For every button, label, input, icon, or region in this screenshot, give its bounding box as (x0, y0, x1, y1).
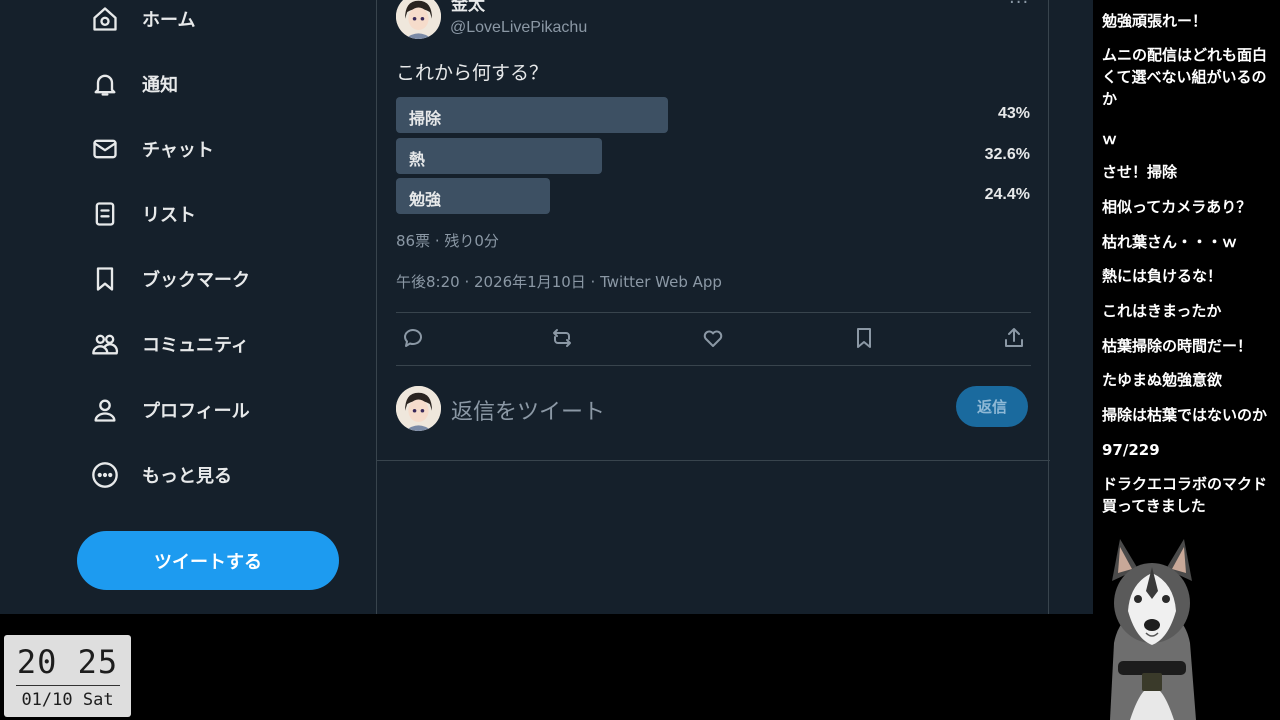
sidebar-item-lists[interactable]: リスト (88, 194, 196, 234)
clock-date: 01/10 Sat (21, 690, 114, 710)
sidebar-item-label: リスト (142, 205, 196, 226)
reply-button[interactable]: 返信 (956, 386, 1028, 427)
poll-meta: 86票 · 残り0分 (396, 232, 499, 250)
sidebar-item-profile[interactable]: プロフィール (88, 390, 250, 430)
chat-message: 枯葉掃除の時間だー！ (1102, 337, 1253, 355)
sidebar-item-label: もっと見る (142, 466, 232, 487)
chat-message: ムニの配信はどれも面白くて選べない組がいるのか (1102, 46, 1268, 108)
husky-avatar (1100, 533, 1204, 720)
divider (377, 460, 1050, 461)
tweet-timestamp[interactable]: 午後8:20 · 2026年1月10日 · Twitter Web App (396, 271, 722, 292)
chat-message: 相似ってカメラあり？ (1102, 198, 1252, 216)
tweet-text: これから何する？ (396, 62, 549, 84)
chat-message: 97/229 (1102, 441, 1160, 459)
bookmark-icon (88, 262, 122, 296)
twitter-window: ホーム 通知 チャット リスト ブックマーク コミュニティ プロフィール もっと… (0, 0, 1093, 614)
sidebar-item-label: プロフィール (142, 401, 250, 422)
sidebar-item-label: コミュニティ (142, 335, 249, 356)
mail-icon (88, 132, 122, 166)
profile-icon (88, 393, 122, 427)
sidebar-item-label: 通知 (142, 75, 178, 96)
chat-message: ドラクエコラボのマクド買ってきました (1102, 475, 1268, 515)
poll-option-percent: 43% (997, 105, 1030, 122)
user-avatar[interactable] (396, 386, 441, 431)
sidebar-item-label: チャット (142, 140, 214, 161)
sidebar-item-bookmarks[interactable]: ブックマーク (88, 259, 250, 299)
chat-message: 勉強頑張れー！ (1102, 12, 1208, 30)
chat-message: 枯れ葉さん・・・ｗ (1102, 233, 1238, 251)
reply-icon[interactable] (401, 326, 429, 354)
chat-message: させ！掃除 (1102, 163, 1178, 181)
clock-divider (16, 685, 120, 686)
poll-option: 掃除 43% (396, 97, 1030, 133)
sidebar-item-communities[interactable]: コミュニティ (88, 324, 249, 364)
chat-message: たゆまぬ勉強意欲 (1102, 371, 1223, 389)
more-options-icon[interactable]: ··· (1009, 0, 1029, 13)
poll-option-percent: 32.6% (984, 146, 1030, 163)
poll-option-label: 熱 (409, 150, 426, 169)
poll-option-percent: 24.4% (984, 186, 1030, 203)
sidebar-item-label: ホーム (142, 10, 196, 31)
like-icon[interactable] (701, 326, 729, 354)
author-name[interactable]: 金太 (451, 0, 485, 15)
chat-message: これはきまったか (1102, 302, 1222, 320)
home-icon (88, 2, 122, 36)
list-icon (88, 197, 122, 231)
poll-option: 勉強 24.4% (396, 178, 1030, 214)
chat-message: ｗ (1102, 130, 1118, 148)
sidebar-item-messages[interactable]: チャット (88, 129, 214, 169)
divider (396, 312, 1031, 313)
poll-option-label: 掃除 (409, 109, 442, 128)
chat-message: 掃除は枯葉ではないのか (1102, 406, 1268, 424)
poll-bar (396, 138, 602, 174)
communities-icon (88, 327, 122, 361)
author-avatar[interactable] (396, 0, 441, 39)
divider (396, 365, 1031, 366)
tweet-button[interactable]: ツイートする (77, 531, 339, 590)
bookmark-icon[interactable] (852, 326, 880, 354)
tweet-detail: 金太 @LoveLivePikachu ··· これから何する？ 掃除 43% … (376, 0, 1050, 614)
sidebar-item-home[interactable]: ホーム (88, 0, 195, 39)
reply-input[interactable]: 返信をツイート (451, 394, 605, 426)
retweet-icon[interactable] (550, 326, 578, 354)
more-circle-icon (88, 458, 122, 492)
poll-option-label: 勉強 (409, 190, 442, 209)
clock-widget: 20 25 01/10 Sat (4, 635, 131, 717)
share-icon[interactable] (1002, 326, 1030, 354)
author-handle[interactable]: @LoveLivePikachu (450, 19, 587, 37)
bell-icon (88, 67, 122, 101)
clock-time: 20 25 (16, 643, 119, 681)
poll-option: 熱 32.6% (396, 138, 1030, 174)
sidebar-item-label: ブックマーク (142, 270, 250, 291)
sidebar-item-notifications[interactable]: 通知 (88, 64, 178, 104)
chat-message: 熱には負けるな！ (1102, 267, 1223, 285)
sidebar-item-more[interactable]: もっと見る (88, 455, 232, 495)
